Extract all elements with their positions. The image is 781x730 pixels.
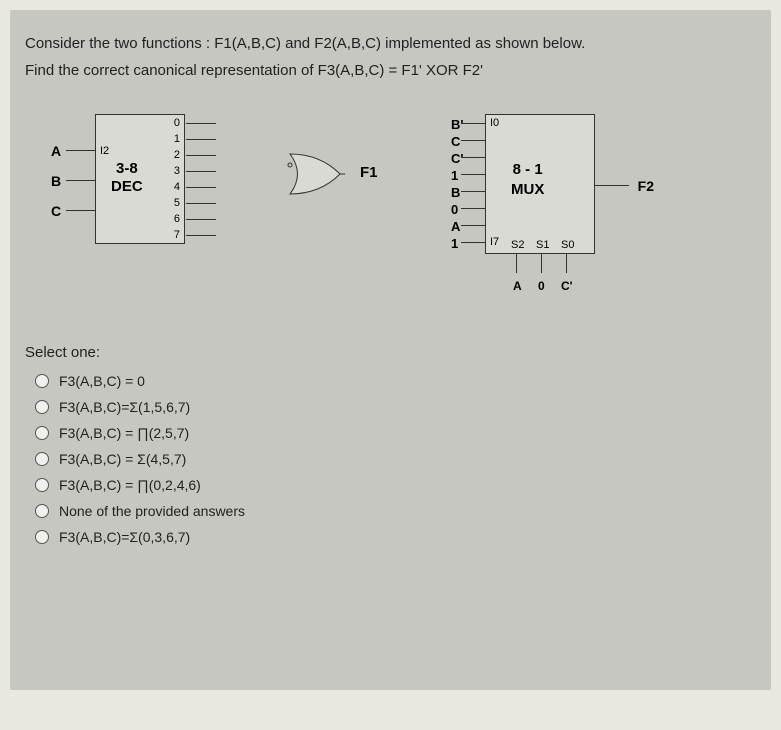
dec-out-2: 2	[174, 149, 180, 161]
mux-sel-s2: S2	[511, 239, 524, 251]
decoder-input-b: B	[51, 173, 61, 189]
mux-output-f2: F2	[638, 178, 654, 194]
mux-selval-a: A	[513, 279, 522, 293]
option-g-text: F3(A,B,C)=Σ(0,3,6,7)	[59, 529, 190, 545]
radio-icon[interactable]	[35, 478, 49, 492]
mux-in-5: 0	[451, 202, 458, 217]
mux-in-0: B'	[451, 117, 463, 132]
decoder-input-c: C	[51, 203, 61, 219]
decoder-block: 3-8 DEC A I2 B C 0 1 2 3 4 5 6 7	[95, 114, 185, 244]
option-c-text: F3(A,B,C) = ∏(2,5,7)	[59, 425, 189, 441]
option-f-text: None of the provided answers	[59, 503, 245, 519]
question-line-2: Find the correct canonical representatio…	[25, 57, 756, 84]
option-e-text: F3(A,B,C) = ∏(0,2,4,6)	[59, 477, 201, 493]
mux-block: 8 - 1 MUX I0 B' C C' 1 B 0 A 1 I7 F2 S2	[485, 114, 595, 254]
decoder-input-i2: I2	[100, 145, 109, 157]
mux-selval-cprime: C'	[561, 279, 573, 293]
mux-sel-s1: S1	[536, 239, 549, 251]
or-gate-icon	[285, 149, 345, 199]
question-line-1: Consider the two functions : F1(A,B,C) a…	[25, 30, 756, 57]
mux-in-2: C'	[451, 151, 463, 166]
dec-out-6: 6	[174, 213, 180, 225]
option-g[interactable]: F3(A,B,C)=Σ(0,3,6,7)	[35, 529, 756, 545]
option-a[interactable]: F3(A,B,C) = 0	[35, 373, 756, 389]
mux-i7-label: I7	[490, 236, 499, 248]
mux-in-4: B	[451, 185, 460, 200]
radio-icon[interactable]	[35, 426, 49, 440]
decoder-label-top: 3-8	[116, 160, 138, 177]
options-list: F3(A,B,C) = 0 F3(A,B,C)=Σ(1,5,6,7) F3(A,…	[25, 373, 756, 545]
select-one-label: Select one:	[25, 344, 756, 361]
f1-output-label: F1	[360, 164, 378, 181]
option-f[interactable]: None of the provided answers	[35, 503, 756, 519]
dec-out-3: 3	[174, 165, 180, 177]
mux-selval-0: 0	[538, 279, 545, 293]
dec-out-5: 5	[174, 197, 180, 209]
dec-out-1: 1	[174, 133, 180, 145]
decoder-label: 3-8 DEC	[111, 160, 143, 196]
radio-icon[interactable]	[35, 530, 49, 544]
dec-out-4: 4	[174, 181, 180, 193]
mux-label: 8 - 1 MUX	[511, 160, 544, 199]
radio-icon[interactable]	[35, 374, 49, 388]
mux-sel-s0: S0	[561, 239, 574, 251]
mux-in-7: 1	[451, 236, 458, 251]
radio-icon[interactable]	[35, 504, 49, 518]
option-b[interactable]: F3(A,B,C)=Σ(1,5,6,7)	[35, 399, 756, 415]
radio-icon[interactable]	[35, 400, 49, 414]
mux-in-3: 1	[451, 168, 458, 183]
circuit-diagram: 3-8 DEC A I2 B C 0 1 2 3 4 5 6 7	[25, 104, 756, 304]
option-d-text: F3(A,B,C) = Σ(4,5,7)	[59, 451, 186, 467]
mux-i0-label: I0	[490, 117, 499, 129]
option-e[interactable]: F3(A,B,C) = ∏(0,2,4,6)	[35, 477, 756, 493]
question-prompt: Consider the two functions : F1(A,B,C) a…	[25, 30, 756, 84]
option-a-text: F3(A,B,C) = 0	[59, 373, 145, 389]
dec-out-0: 0	[174, 117, 180, 129]
mux-in-1: C	[451, 134, 460, 149]
mux-label-top: 8 - 1	[513, 161, 543, 178]
mux-label-bot: MUX	[511, 181, 544, 198]
decoder-label-bot: DEC	[111, 178, 143, 195]
dec-out-7: 7	[174, 229, 180, 241]
question-page: Consider the two functions : F1(A,B,C) a…	[10, 10, 771, 690]
radio-icon[interactable]	[35, 452, 49, 466]
option-b-text: F3(A,B,C)=Σ(1,5,6,7)	[59, 399, 190, 415]
option-d[interactable]: F3(A,B,C) = Σ(4,5,7)	[35, 451, 756, 467]
mux-in-6: A	[451, 219, 460, 234]
option-c[interactable]: F3(A,B,C) = ∏(2,5,7)	[35, 425, 756, 441]
decoder-input-a: A	[51, 143, 61, 159]
